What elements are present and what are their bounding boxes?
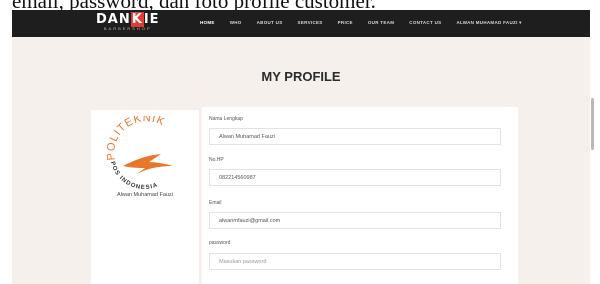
main-nav: HOME WHO ABOUT US SERVICES PRICE OUR TEA… [200, 20, 537, 26]
brand-name-k-accent: K [130, 12, 144, 27]
page-title: MY PROFILE [261, 69, 341, 84]
name-field[interactable] [209, 128, 501, 145]
logo-lightning-mark [123, 154, 173, 174]
profile-name: Alwan Muhamad Fauzi [117, 192, 173, 198]
svg-text:POLITEKNIK: POLITEKNIK [105, 116, 167, 161]
email-label: Email [209, 200, 222, 206]
nav-home[interactable]: HOME [200, 20, 215, 26]
profile-form: Nama Lengkap No.HP Email password [202, 107, 518, 284]
phone-label: No.HP [209, 157, 224, 163]
password-field[interactable] [209, 253, 501, 270]
logo-text-top: POLITEKNIK [105, 112, 166, 161]
nav-contact-us[interactable]: CONTACT US [409, 20, 441, 26]
nav-user-menu-dropdown[interactable]: ALWAN MUHAMAD FAUZI ▾ [456, 20, 521, 26]
email-field[interactable] [209, 212, 501, 229]
phone-field[interactable] [209, 169, 501, 186]
page-scrollbar[interactable] [591, 98, 594, 150]
nav-our-team[interactable]: OUR TEAM [368, 20, 394, 26]
profile-card: POLITEKNIK POS INDONESIA Alwan Muhamad F… [91, 110, 199, 284]
nav-about-us[interactable]: ABOUT US [257, 20, 283, 26]
password-label: password [209, 240, 231, 246]
brand-wordmark: DANKIE [96, 12, 160, 27]
main-content: MY PROFILE POLITEKNIK POS INDONESIA Alwa… [12, 37, 590, 284]
brand-logo[interactable]: DANKIE BARBERSHOP [96, 12, 160, 31]
nav-price[interactable]: PRICE [338, 20, 353, 26]
nav-services[interactable]: SERVICES [298, 20, 323, 26]
nav-who[interactable]: WHO [230, 20, 242, 26]
politeknik-pos-indonesia-logo: POLITEKNIK POS INDONESIA [101, 112, 189, 197]
name-label: Nama Lengkap [209, 116, 243, 122]
brand-name-part-1: DAN [96, 12, 131, 27]
brand-tagline: BARBERSHOP [103, 26, 152, 31]
top-navbar: DANKIE BARBERSHOP HOME WHO ABOUT US SERV… [12, 10, 590, 37]
brand-name-part-2: IE [143, 12, 160, 27]
